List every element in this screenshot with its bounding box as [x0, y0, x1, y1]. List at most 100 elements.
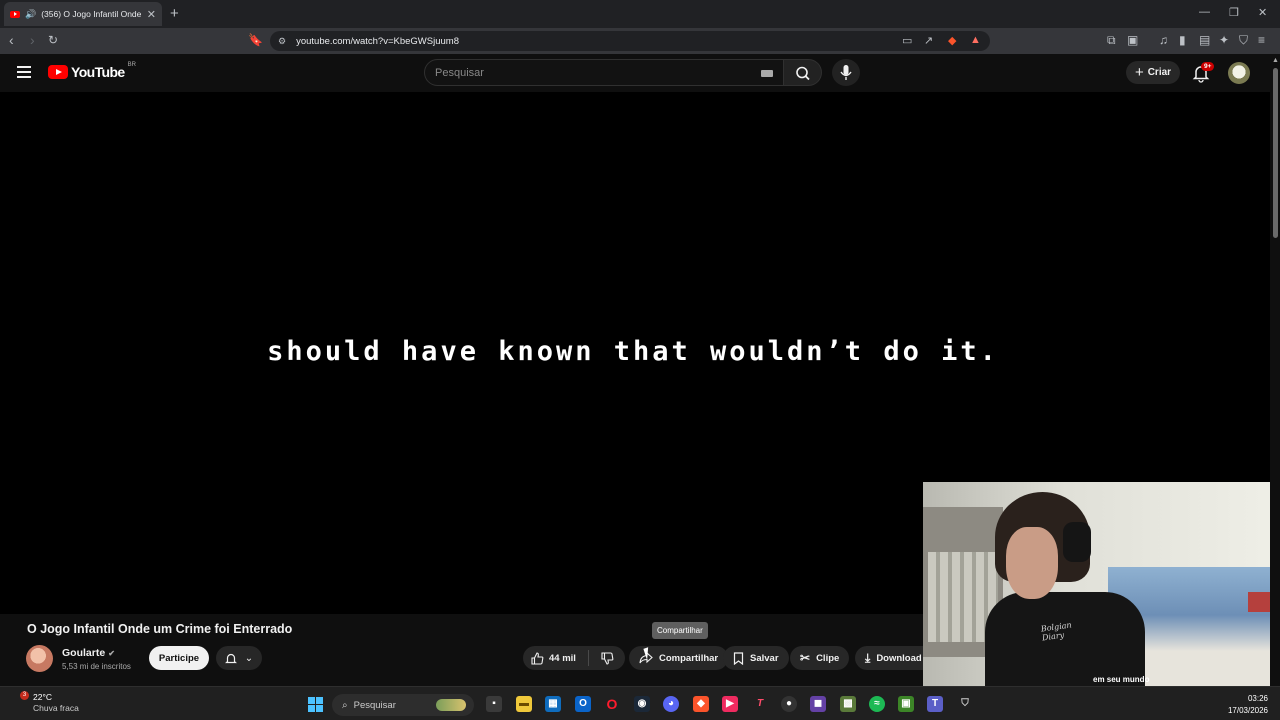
- download-icon: ⤓: [865, 650, 871, 665]
- like-button[interactable]: 44 mil: [531, 651, 576, 665]
- microphone-icon: [840, 65, 852, 80]
- subscriber-count: 5,53 mi de inscritos: [62, 662, 131, 671]
- discord-icon[interactable]: ◕: [663, 696, 679, 712]
- forward-icon[interactable]: ›: [30, 32, 35, 48]
- taskbar-search-icon: ⌕: [342, 699, 348, 711]
- file-explorer-icon[interactable]: ▬: [516, 696, 532, 712]
- video-title: O Jogo Infantil Onde um Crime foi Enterr…: [27, 622, 293, 636]
- cast-icon[interactable]: ▭: [902, 34, 912, 47]
- close-window-icon[interactable]: ✕: [1258, 6, 1267, 19]
- join-button[interactable]: Participe: [149, 646, 209, 670]
- brave-rewards-icon[interactable]: ▲: [970, 34, 981, 46]
- pinned-app-icon[interactable]: ⛉: [957, 696, 973, 712]
- channel-name-row[interactable]: Goularte ✔: [62, 647, 115, 659]
- verified-icon: ✔: [108, 649, 115, 658]
- webcam-person-face: [1006, 527, 1058, 599]
- shirt-text: Bolgian Diary: [1040, 620, 1073, 643]
- like-count: 44 mil: [549, 652, 576, 664]
- chevron-down-icon: ⌄: [244, 652, 254, 664]
- speaker-icon[interactable]: 🔊: [25, 9, 36, 20]
- subscription-notifications-button[interactable]: ⌄: [216, 646, 262, 670]
- task-view-icon[interactable]: ▪: [486, 696, 502, 712]
- channel-name: Goularte: [62, 647, 106, 659]
- opera-icon[interactable]: O: [604, 696, 620, 712]
- windows-start-icon[interactable]: [308, 697, 323, 712]
- scroll-up-icon[interactable]: ▲: [1272, 57, 1279, 64]
- video-caption-text: should have known that wouldn’t do it.: [267, 336, 999, 367]
- plus-icon: +: [1134, 64, 1144, 81]
- restore-icon[interactable]: ❐: [1229, 6, 1239, 19]
- leo-ai-icon[interactable]: ✦: [1219, 33, 1229, 47]
- youtube-header: YouTube BR Pesquisar + Criar 9+: [0, 54, 1270, 92]
- webcam-headset: [1063, 522, 1091, 562]
- outlook-icon[interactable]: O: [575, 696, 591, 712]
- thumbs-down-icon[interactable]: [601, 651, 614, 665]
- taskbar-search[interactable]: ⌕ Pesquisar: [332, 694, 474, 716]
- url-text: youtube.com/watch?v=KbeGWSjuum8: [296, 35, 459, 47]
- system-clock[interactable]: 03:26 17/03/2026: [1228, 693, 1268, 717]
- url-bar[interactable]: ⚙ youtube.com/watch?v=KbeGWSjuum8 ▭ ↗ ◆ …: [270, 31, 990, 51]
- browser-tab-active[interactable]: 🔊 (356) O Jogo Infantil Onde um ✕: [4, 2, 162, 26]
- back-icon[interactable]: ‹: [9, 32, 14, 48]
- wallet-icon[interactable]: ▤: [1199, 33, 1210, 47]
- share-page-icon[interactable]: ↗: [924, 34, 933, 47]
- brave-shields-icon[interactable]: ◆: [948, 34, 956, 47]
- menu-icon[interactable]: ≡: [1258, 33, 1265, 47]
- address-toolbar: ‹ › ↻ 🔖 ⚙ youtube.com/watch?v=KbeGWSjuum…: [0, 28, 1280, 54]
- channel-avatar[interactable]: [26, 645, 53, 672]
- youtube-logo[interactable]: YouTube BR: [48, 62, 136, 80]
- bell-icon: [224, 653, 237, 663]
- close-tab-icon[interactable]: ✕: [147, 8, 156, 21]
- download-label: Download: [876, 652, 922, 664]
- search-input[interactable]: Pesquisar: [424, 59, 784, 86]
- media-icon[interactable]: ♫: [1159, 33, 1168, 47]
- webcam-overlay-text: em seu mundo: [1093, 675, 1150, 684]
- new-tab-button[interactable]: +: [170, 5, 179, 22]
- hamburger-menu-icon[interactable]: [17, 66, 31, 78]
- tab-search-icon[interactable]: ▣: [1127, 33, 1138, 47]
- user-avatar[interactable]: [1228, 62, 1250, 84]
- save-button[interactable]: Salvar: [723, 646, 789, 670]
- create-label: Criar: [1147, 67, 1172, 78]
- clip-label: Clipe: [816, 652, 840, 664]
- vpn-icon[interactable]: ⛉: [1239, 33, 1248, 48]
- weather-widget[interactable]: 3 22°C Chuva fraca: [18, 691, 79, 713]
- thumbs-up-icon: [531, 651, 544, 665]
- youtube-wordmark: YouTube: [71, 64, 125, 80]
- create-button[interactable]: + Criar: [1126, 61, 1180, 84]
- twitch-tool-icon[interactable]: ◼: [810, 696, 826, 712]
- search-icon: [796, 66, 810, 81]
- voice-search-button[interactable]: [832, 59, 860, 86]
- like-dislike-group: 44 mil: [523, 646, 625, 670]
- sidebar-icon[interactable]: ▮: [1179, 33, 1186, 47]
- scissors-icon: ✂: [800, 651, 811, 665]
- spotify-icon[interactable]: ≈: [869, 696, 885, 712]
- search-highlight-image: [436, 699, 466, 711]
- weather-badge: 3: [20, 691, 29, 700]
- microsoft-store-icon[interactable]: ▦: [545, 696, 561, 712]
- scrollbar-thumb[interactable]: [1273, 68, 1278, 238]
- minecraft-launcher-icon[interactable]: ▩: [840, 696, 856, 712]
- share-tooltip: Compartilhar: [652, 622, 708, 639]
- search-placeholder: Pesquisar: [435, 67, 484, 79]
- brave-icon[interactable]: ◆: [693, 696, 709, 712]
- teams-icon[interactable]: T: [927, 696, 943, 712]
- steam-icon[interactable]: ◉: [634, 696, 650, 712]
- clip-button[interactable]: ✂ Clipe: [790, 646, 850, 670]
- keyboard-icon[interactable]: [761, 70, 773, 77]
- site-info-icon[interactable]: ⚙: [278, 36, 286, 47]
- page-scrollbar[interactable]: ▲: [1270, 54, 1280, 686]
- bookmark-icon[interactable]: 🔖: [248, 33, 263, 47]
- app-icon[interactable]: ▶: [722, 696, 738, 712]
- divider: [587, 650, 589, 666]
- minecraft-icon[interactable]: ▣: [898, 696, 914, 712]
- search-button[interactable]: [784, 59, 822, 86]
- share-label: Compartilhar: [659, 652, 719, 664]
- reload-icon[interactable]: ↻: [48, 33, 58, 47]
- extensions-icon[interactable]: ⧉: [1107, 33, 1116, 48]
- minimize-icon[interactable]: —: [1199, 6, 1210, 18]
- clock-time: 03:26: [1247, 694, 1268, 703]
- obs-icon[interactable]: ●: [781, 696, 797, 712]
- clock-date: 17/03/2026: [1227, 706, 1268, 715]
- typora-icon[interactable]: T: [752, 696, 768, 712]
